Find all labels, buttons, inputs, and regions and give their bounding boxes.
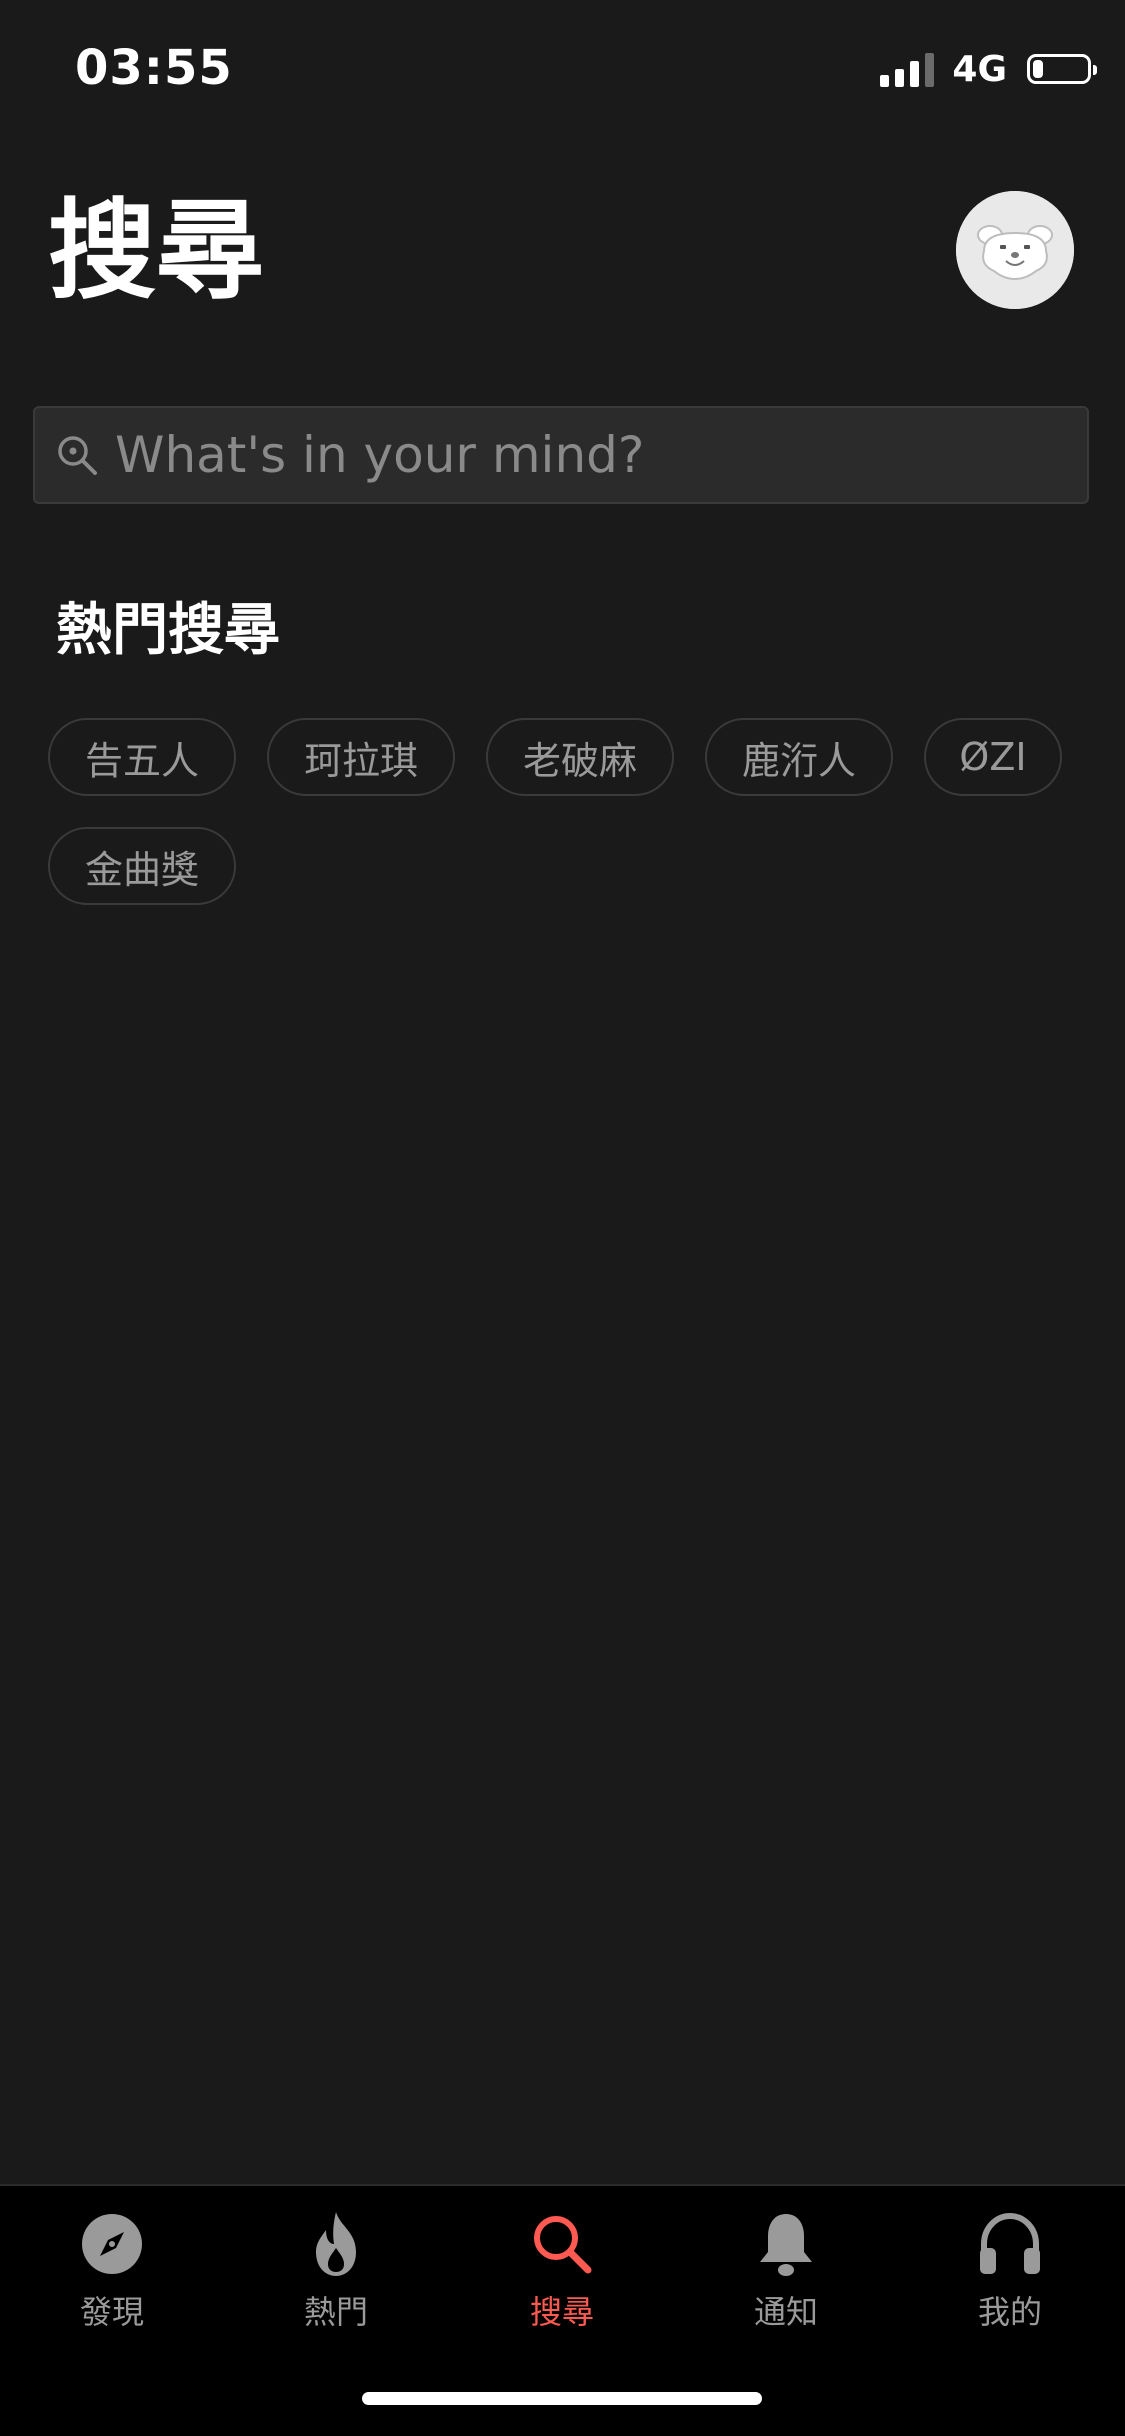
bell-icon bbox=[748, 2206, 824, 2282]
trending-chip[interactable]: 珂拉琪 bbox=[267, 718, 455, 796]
flame-icon bbox=[298, 2206, 374, 2282]
status-indicators: 4G bbox=[880, 44, 1097, 94]
compass-icon bbox=[74, 2206, 150, 2282]
trending-chips: 告五人 珂拉琪 老破麻 鹿洐人 ØZI 金曲獎 bbox=[48, 718, 1088, 905]
signal-icon bbox=[880, 51, 935, 87]
cartoon-avatar-icon bbox=[956, 191, 1074, 309]
avatar[interactable] bbox=[956, 191, 1074, 309]
trending-chip[interactable]: 告五人 bbox=[48, 718, 236, 796]
trending-chip[interactable]: 鹿洐人 bbox=[705, 718, 893, 796]
tab-me[interactable]: 我的 bbox=[940, 2206, 1080, 2332]
tab-discover[interactable]: 發現 bbox=[42, 2206, 182, 2332]
search-bar[interactable] bbox=[33, 406, 1089, 504]
tab-label: 熱門 bbox=[303, 2293, 368, 2331]
search-icon bbox=[49, 427, 105, 483]
tab-hot[interactable]: 熱門 bbox=[266, 2206, 406, 2332]
search-icon bbox=[524, 2206, 600, 2282]
status-time: 03:55 bbox=[75, 40, 233, 96]
tab-label: 我的 bbox=[977, 2293, 1042, 2331]
tab-label: 發現 bbox=[79, 2293, 144, 2331]
tab-label: 搜尋 bbox=[529, 2293, 594, 2331]
trending-chip[interactable]: ØZI bbox=[924, 718, 1062, 796]
network-type: 4G bbox=[952, 48, 1007, 90]
tab-notifications[interactable]: 通知 bbox=[716, 2206, 856, 2332]
page-title: 搜尋 bbox=[48, 189, 265, 314]
tab-search[interactable]: 搜尋 bbox=[492, 2206, 632, 2332]
trending-title: 熱門搜尋 bbox=[56, 598, 280, 663]
battery-icon bbox=[1027, 54, 1097, 84]
headphones-icon bbox=[972, 2206, 1048, 2282]
search-input[interactable] bbox=[105, 415, 1087, 495]
home-indicator bbox=[362, 2392, 762, 2405]
trending-chip[interactable]: 老破麻 bbox=[486, 718, 674, 796]
tab-label: 通知 bbox=[753, 2293, 818, 2331]
trending-chip[interactable]: 金曲獎 bbox=[48, 827, 236, 905]
